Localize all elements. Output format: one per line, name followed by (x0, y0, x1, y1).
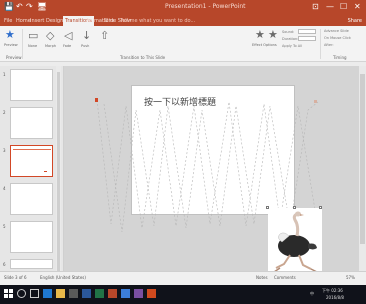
slide-thumbnail-2[interactable] (10, 107, 53, 139)
morph-transition-label: Morph (45, 44, 57, 48)
editor-scrollbar[interactable] (359, 66, 366, 271)
duration-input[interactable] (298, 36, 316, 41)
ribbon-transitions: ★ Preview ▭ None ◇ Morph ◁ Fade ↓ Push ⇧… (0, 26, 366, 62)
thumbnail-number: 3 (3, 148, 6, 153)
slide-count-status: Slide 3 of 6 (4, 275, 27, 280)
resize-handle[interactable] (293, 206, 296, 209)
slide-thumbnail-1[interactable] (10, 69, 53, 101)
effect-options-icon-2[interactable]: ★ (268, 29, 278, 41)
edge-browser-icon[interactable] (43, 289, 52, 298)
status-bar: Slide 3 of 6 English (United States) Not… (0, 271, 366, 285)
group-label-transition: Transition to This Slide (120, 55, 166, 60)
group-label-preview: Preview (6, 55, 22, 60)
store-icon[interactable] (69, 289, 78, 298)
slide-thumbnails-pane: 1 2 3 4 5 6 (0, 66, 64, 272)
app-icon[interactable] (134, 289, 143, 298)
ime-indicator[interactable]: 中 (310, 291, 314, 297)
slide-thumbnail-6[interactable] (10, 259, 53, 269)
thumbnail-number: 5 (3, 224, 6, 229)
ostrich-picture[interactable] (266, 206, 322, 278)
preview-button[interactable]: Preview (4, 43, 18, 47)
ribbon-separator (320, 29, 321, 59)
thumbnail-number: 1 (3, 72, 6, 77)
share-button[interactable]: Share (348, 17, 362, 25)
undo-icon[interactable]: ↶ (16, 2, 23, 12)
group-label-timing: Timing (333, 55, 347, 60)
preview-star-icon[interactable]: ★ (5, 29, 15, 41)
windows-taskbar: 中 下午 02:36 2016/8/8 (0, 285, 366, 304)
search-icon[interactable] (17, 289, 26, 298)
effect-options-icon[interactable]: ★ (255, 29, 265, 41)
after-checkbox[interactable]: After: (324, 43, 334, 47)
windows-start-icon[interactable] (4, 289, 13, 298)
maximize-button[interactable]: ☐ (340, 2, 347, 12)
ostrich-image (273, 211, 318, 273)
advance-slide-label: Advance Slide (324, 29, 349, 33)
start-from-beginning-icon[interactable]: 🖥 (37, 2, 47, 12)
thumbnail-number: 6 (3, 262, 6, 267)
task-view-icon[interactable] (30, 289, 39, 298)
slide-thumbnail-5[interactable] (10, 221, 53, 253)
app-icon[interactable] (147, 289, 156, 298)
apply-to-all-button[interactable]: Apply To All (282, 44, 302, 48)
resize-handle[interactable] (319, 206, 322, 209)
excel-icon[interactable] (95, 289, 104, 298)
comments-button[interactable]: Comments (274, 275, 296, 280)
thumbnails-scrollbar[interactable] (56, 66, 61, 272)
tab-design[interactable]: Design (46, 17, 63, 25)
thumbnail-number: 2 (3, 110, 6, 115)
resize-handle[interactable] (266, 206, 269, 209)
path-start-marker (95, 98, 98, 102)
zoom-level[interactable]: 57% (346, 275, 355, 280)
thumbnail-title-line (13, 149, 51, 150)
language-status[interactable]: English (United States) (40, 275, 86, 280)
slide-thumbnail-3[interactable] (10, 145, 53, 177)
thumbnail-number: 4 (3, 186, 6, 191)
notes-button[interactable]: Notes (256, 275, 268, 280)
tab-home[interactable]: Home (16, 17, 31, 25)
save-icon[interactable]: 💾 (4, 2, 14, 12)
fade-transition-label: Fade (63, 44, 72, 48)
morph-transition-icon[interactable]: ◇ (46, 30, 54, 42)
slide-thumbnail-4[interactable] (10, 183, 53, 215)
tab-file[interactable]: File (4, 17, 12, 25)
window-title: Presentation1 - PowerPoint (165, 3, 246, 10)
push-transition-icon[interactable]: ↓ (82, 30, 91, 42)
tab-insert[interactable]: Insert (30, 17, 44, 25)
on-mouse-click-checkbox[interactable]: On Mouse Click (324, 36, 351, 40)
none-transition-label: None (28, 44, 38, 48)
ribbon-tabs: File Home Insert Design Transitions Anim… (0, 16, 366, 26)
tell-me-search[interactable]: Tell me what you want to do... (120, 17, 195, 25)
thumbnails-scroll-thumb[interactable] (57, 72, 60, 272)
clock-time[interactable]: 下午 02:36 (322, 288, 343, 294)
none-transition-icon[interactable]: ▭ (28, 30, 38, 42)
thumbnail-mark (44, 171, 47, 172)
sound-dropdown[interactable] (298, 29, 316, 34)
effect-options-button[interactable]: Effect Options (252, 43, 277, 47)
push-transition-label: Push (81, 44, 90, 48)
word-icon[interactable] (82, 289, 91, 298)
ribbon-separator (22, 29, 23, 59)
sound-label: Sound: (282, 30, 295, 34)
redo-icon[interactable]: ↷ (26, 2, 33, 12)
fade-transition-icon[interactable]: ◁ (64, 30, 72, 42)
ribbon-display-options-icon[interactable]: ⊡ (312, 2, 319, 12)
editor-scroll-thumb[interactable] (360, 74, 365, 244)
clock-date[interactable]: 2016/8/8 (326, 295, 344, 300)
path-end-marker (314, 100, 317, 103)
minimize-button[interactable]: — (326, 2, 334, 12)
duration-label: Duration: (282, 37, 299, 41)
powerpoint-taskbar-icon[interactable] (108, 289, 117, 298)
close-button[interactable]: ✕ (354, 2, 361, 12)
title-bar: 💾 ↶ ↷ 🖥 Presentation1 - PowerPoint ⊡ — ☐… (0, 0, 366, 16)
wipe-transition-icon[interactable]: ⇧ (100, 30, 109, 42)
app-icon[interactable] (121, 289, 130, 298)
powerpoint-window: 💾 ↶ ↷ 🖥 Presentation1 - PowerPoint ⊡ — ☐… (0, 0, 366, 304)
file-explorer-icon[interactable] (56, 289, 65, 298)
